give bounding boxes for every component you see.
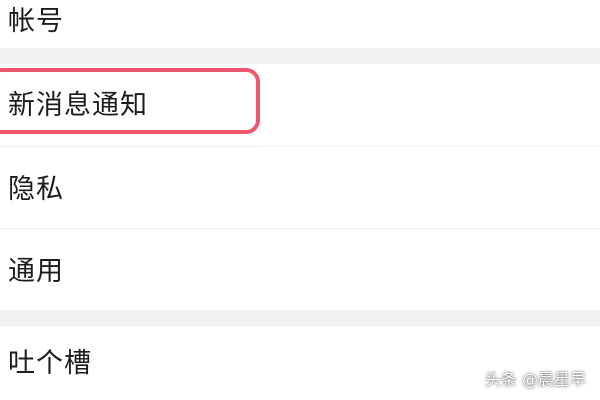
settings-item-label: 隐私 — [8, 174, 64, 205]
settings-item-label: 通用 — [8, 256, 64, 287]
settings-item-label: 吐个槽 — [8, 348, 92, 379]
settings-screen: 帐号 新消息通知 隐私 通用 吐个槽 头条 @晨星早 — [0, 0, 600, 400]
settings-item-label: 帐号 — [8, 6, 64, 37]
settings-item-general[interactable]: 通用 — [0, 229, 600, 310]
settings-item-privacy[interactable]: 隐私 — [0, 147, 600, 228]
settings-item-new-message-notification[interactable]: 新消息通知 — [0, 64, 600, 146]
watermark: 头条 @晨星早 — [484, 370, 586, 389]
settings-item-account[interactable]: 帐号 — [0, 0, 600, 48]
settings-item-label: 新消息通知 — [8, 90, 148, 121]
